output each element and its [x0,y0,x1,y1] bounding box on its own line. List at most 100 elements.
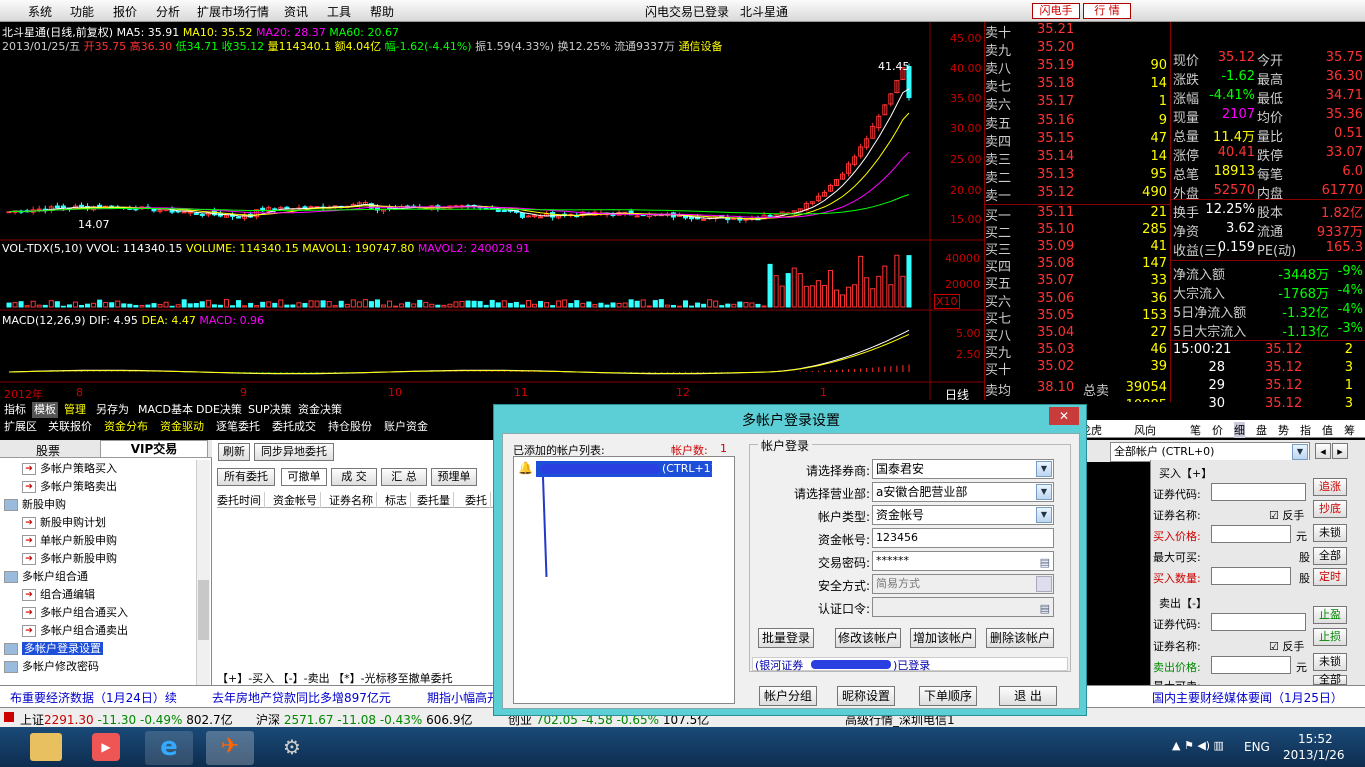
indicator-tab[interactable]: 管理 [62,402,88,418]
folder-icon[interactable] [30,733,62,761]
security-select[interactable]: 简易方式 [872,574,1054,594]
kline-chart[interactable]: 北斗星通(日线,前复权) MA5: 35.91 MA10: 35.52 MA20… [0,22,985,402]
scroll-thumb[interactable] [198,580,209,640]
menu-item-help[interactable]: 帮助 [370,3,394,20]
sell-unlock-button[interactable]: 未锁 [1313,653,1347,671]
batch-login-button[interactable]: 批量登录 [758,628,814,648]
extension-tab[interactable]: 委托成交 [270,419,318,435]
prev-icon[interactable]: ◂ [1315,443,1331,459]
detail-tab[interactable]: 指 [1300,422,1311,438]
tree-item[interactable]: ➔ 多帐户组合通买入 [22,604,128,621]
indicator-tab[interactable]: 模板 [32,402,58,418]
tree-item[interactable]: 多帐户登录设置 [4,640,103,657]
fixed-time-button[interactable]: 定时 [1313,568,1347,586]
clock-time[interactable]: 15:52 [1298,732,1333,746]
news-item[interactable]: 国内主要财经媒体要闻（1月25日） [1152,689,1343,706]
quote-button[interactable]: 行 情 [1083,3,1131,19]
stock-app-icon[interactable]: ✈ [206,731,254,765]
unlock-button[interactable]: 未锁 [1313,524,1347,542]
order-tab[interactable]: 汇 总 [381,468,427,486]
stop-loss-button[interactable]: 止损 [1313,628,1347,646]
ie-icon[interactable]: e [145,731,193,765]
tray-icons[interactable]: ▲ ⚑ ◀) ▥ [1172,739,1224,752]
detail-tab[interactable]: 值 [1322,422,1333,438]
keyboard-icon[interactable]: ▤ [1040,554,1050,572]
bid-row[interactable]: 买七 35.05 153 [985,308,1171,327]
buy-code-input[interactable] [1211,483,1306,501]
branch-select[interactable]: a安徽合肥营业部 ▼ [872,482,1054,502]
extension-tab[interactable]: 持仓股份 [326,419,374,435]
next-icon[interactable]: ▸ [1332,443,1348,459]
buy-price-input[interactable] [1211,525,1291,543]
reverse-checkbox[interactable]: ☑ 反手 [1269,507,1304,523]
ask-row[interactable]: 卖三 35.14 14 [985,149,1171,168]
extension-tab[interactable]: 资金驱动 [158,419,206,435]
ask-row[interactable]: 卖五 35.16 9 [985,113,1171,132]
column-header[interactable]: 委托 [465,492,491,508]
bid-row[interactable]: 买六 35.06 36 [985,291,1171,310]
order-tab[interactable]: 所有委托 [217,468,275,486]
ask-row[interactable]: 卖九 35.20 [985,40,1171,59]
menu-item-news[interactable]: 资讯 [284,3,308,20]
bid-row[interactable]: 买一 35.11 21 [985,205,1171,224]
tree-item[interactable]: ➔ 单帐户新股申购 [22,532,117,549]
column-header[interactable]: 委托时间 [217,492,265,508]
menu-item-function[interactable]: 功能 [70,3,94,20]
column-header[interactable]: 证券名称 [329,492,377,508]
all-button[interactable]: 全部 [1313,547,1347,565]
ask-row[interactable]: 卖八 35.19 90 [985,58,1171,77]
delete-account-button[interactable]: 删除该帐户 [986,628,1054,648]
add-account-button[interactable]: 增加该帐户 [910,628,976,648]
account-type-select[interactable]: 资金帐号 ▼ [872,505,1054,525]
extension-tab[interactable]: 逐笔委托 [214,419,262,435]
ask-row[interactable]: 卖六 35.17 1 [985,94,1171,113]
sync-cancel-button[interactable]: 同步异地委托 [254,443,334,461]
order-tab[interactable]: 成 交 [331,468,377,486]
news-item[interactable]: 布重要经济数据（1月24日）续 [10,689,177,706]
media-player-icon[interactable]: ▶ [92,733,120,761]
extension-tab[interactable]: 关联报价 [46,419,94,435]
ask-row[interactable]: 卖二 35.13 95 [985,167,1171,186]
account-no-input[interactable]: 123456 [872,528,1054,548]
copy-bottom-button[interactable]: 抄底 [1313,500,1347,518]
flash-hand-button[interactable]: 闪电手 [1032,3,1080,19]
tab-wind[interactable]: 风向 [1134,422,1156,438]
password-input[interactable]: ****** ▤ [872,551,1054,571]
ask-row[interactable]: 卖一 35.12 490 [985,185,1171,204]
refresh-button[interactable]: 刷新 [218,443,250,461]
tree-item[interactable]: 多帐户组合通 [4,568,88,585]
menu-item-quote[interactable]: 报价 [113,3,137,20]
menu-item-tools[interactable]: 工具 [327,3,351,20]
indicator-tab[interactable]: MACD基本 [136,402,195,418]
tool-icon[interactable]: ⚙ [278,733,306,761]
tab-stock[interactable]: 股票 [36,442,60,459]
tree-item[interactable]: ➔ 多帐户策略买入 [22,460,117,477]
account-list-item[interactable]: (CTRL+1) [536,461,715,477]
tree-item[interactable]: ➔ 多帐户组合通卖出 [22,622,128,639]
menu-item-system[interactable]: 系统 [28,3,52,20]
tree-item[interactable]: ➔ 多帐户策略卖出 [22,478,117,495]
ask-row[interactable]: 卖十 35.21 [985,22,1171,41]
nickname-button[interactable]: 昵称设置 [837,686,895,706]
bid-row[interactable]: 买三 35.09 41 [985,239,1171,258]
close-icon[interactable]: ✕ [1049,407,1079,425]
indicator-tab[interactable]: 资金决策 [296,402,344,418]
column-header[interactable]: 资金帐号 [273,492,321,508]
detail-tab[interactable]: 价 [1212,422,1223,438]
buy-qty-input[interactable] [1211,567,1291,585]
detail-tab[interactable]: 盘 [1256,422,1267,438]
menu-item-extmarket[interactable]: 扩展市场行情 [197,3,269,20]
account-group-button[interactable]: 帐户分组 [759,686,817,706]
sell-all-button[interactable]: 全部 [1313,674,1347,685]
tree-scrollbar[interactable] [196,460,210,685]
news-item[interactable]: 去年房地产贷款同比多增897亿元 [212,689,391,706]
ask-row[interactable]: 卖四 35.15 47 [985,131,1171,150]
order-tab[interactable]: 预埋单 [431,468,477,486]
indicator-tab[interactable]: DDE决策 [194,402,244,418]
sell-code-input[interactable] [1211,613,1306,631]
auth-input[interactable]: ▤ [872,597,1054,617]
sell-price-input[interactable] [1211,656,1291,674]
bid-row[interactable]: 买八 35.04 27 [985,325,1171,344]
column-header[interactable]: 标志 [385,492,411,508]
indicator-tab[interactable]: 另存为 [94,402,131,418]
